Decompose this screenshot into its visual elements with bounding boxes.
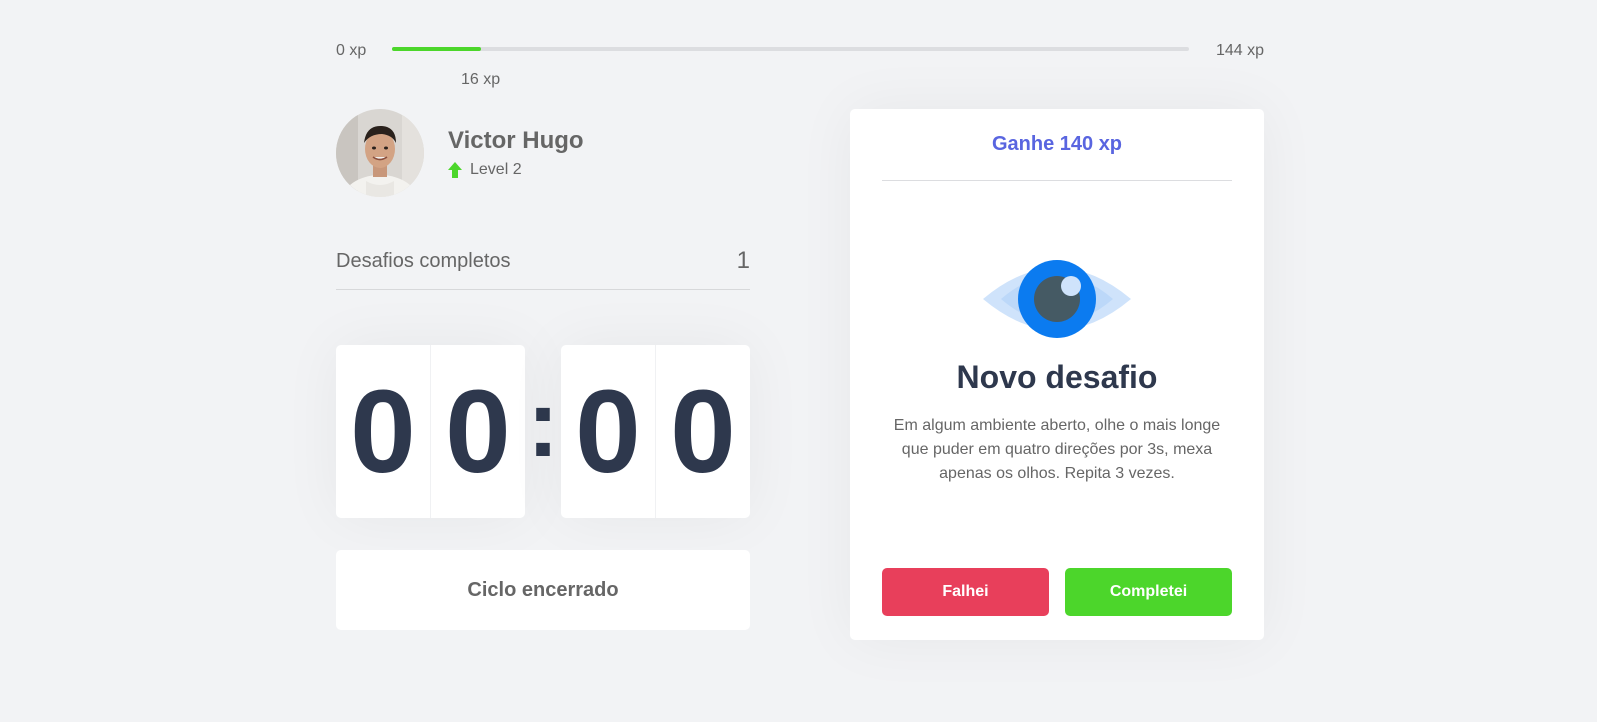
avatar xyxy=(336,109,424,197)
page: 0 xp 16 xp 144 xp Victor Hugo Level 2 De… xyxy=(0,0,1597,722)
challenge-body: Novo desafio Em algum ambiente aberto, o… xyxy=(882,259,1232,486)
countdown: 0 0 : 0 0 xyxy=(336,345,750,518)
xp-progress-track: 16 xp xyxy=(392,47,1189,88)
challenge-title: Novo desafio xyxy=(956,359,1158,395)
profile: Victor Hugo Level 2 xyxy=(336,109,750,197)
challenge-failed-button[interactable]: Falhei xyxy=(882,568,1049,616)
eye-icon xyxy=(882,259,1232,339)
countdown-seconds: 0 0 xyxy=(561,345,750,518)
completed-challenges-label: Desafios completos xyxy=(336,249,511,272)
profile-level: Level 2 xyxy=(448,161,584,179)
completed-challenges: Desafios completos 1 xyxy=(336,247,750,290)
countdown-second-tens: 0 xyxy=(561,345,656,518)
countdown-minutes: 0 0 xyxy=(336,345,525,518)
xp-max-label: 144 xp xyxy=(1215,42,1264,59)
xp-current-label: 16 xp xyxy=(460,71,501,88)
cycle-ended-button[interactable]: Ciclo encerrado xyxy=(336,550,750,630)
challenge-description: Em algum ambiente aberto, olhe o mais lo… xyxy=(893,417,1221,482)
countdown-separator: : xyxy=(527,369,559,477)
experience-bar: 0 xp 16 xp 144 xp xyxy=(336,38,1264,88)
level-up-arrow-icon xyxy=(448,162,462,178)
xp-min-label: 0 xp xyxy=(336,42,367,59)
left-column: Victor Hugo Level 2 Desafios completos 1… xyxy=(336,109,750,630)
challenge-actions: Falhei Completei xyxy=(882,568,1232,616)
challenge-succeeded-button[interactable]: Completei xyxy=(1065,568,1232,616)
profile-info: Victor Hugo Level 2 xyxy=(448,127,584,179)
challenge-reward: Ganhe 140 xp xyxy=(882,109,1232,181)
countdown-second-ones: 0 xyxy=(670,365,736,498)
challenge-card: Ganhe 140 xp Novo desafio Em algum ambie… xyxy=(850,109,1264,640)
countdown-minute-ones: 0 xyxy=(445,365,511,498)
xp-progress-fill xyxy=(392,47,481,51)
countdown-minute-tens: 0 xyxy=(336,345,431,518)
completed-challenges-count: 1 xyxy=(736,247,750,274)
profile-level-label: Level 2 xyxy=(470,161,522,178)
profile-name: Victor Hugo xyxy=(448,127,584,154)
